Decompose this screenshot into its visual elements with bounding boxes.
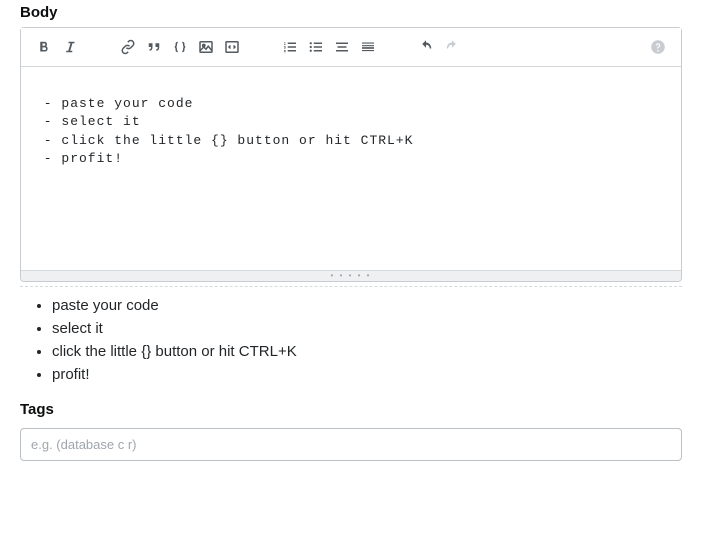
divider [20,286,682,287]
help-button[interactable] [645,34,671,60]
ordered-list-button[interactable] [277,34,303,60]
redo-button[interactable] [439,34,465,60]
tags-label: Tags [20,401,682,418]
snippet-button[interactable] [219,34,245,60]
horizontal-rule-button[interactable] [355,34,381,60]
list-item: click the little {} button or hit CTRL+K [52,343,682,360]
tags-input[interactable] [20,428,682,461]
undo-button[interactable] [413,34,439,60]
list-item: profit! [52,366,682,383]
bold-button[interactable] [31,34,57,60]
unordered-list-button[interactable] [303,34,329,60]
list-item: select it [52,320,682,337]
resize-handle[interactable]: • • • • • [21,270,681,281]
link-button[interactable] [115,34,141,60]
code-button[interactable] [167,34,193,60]
editor-box: • • • • • [20,27,682,282]
quote-button[interactable] [141,34,167,60]
body-textarea[interactable] [21,67,681,267]
list-item: paste your code [52,297,682,314]
image-button[interactable] [193,34,219,60]
body-label: Body [20,4,682,21]
heading-button[interactable] [329,34,355,60]
preview-pane: paste your code select it click the litt… [20,297,682,383]
editor-toolbar [21,28,681,67]
italic-button[interactable] [57,34,83,60]
